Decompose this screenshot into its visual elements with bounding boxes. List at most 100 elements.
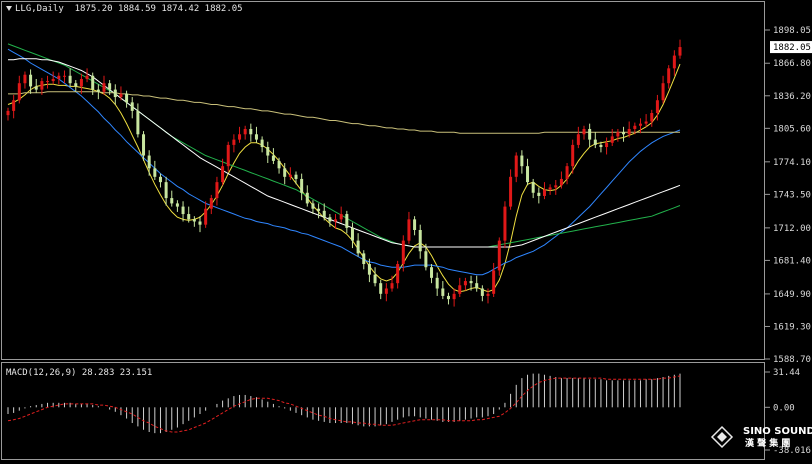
candle — [520, 150, 524, 174]
candle — [266, 141, 270, 163]
candle — [379, 279, 383, 300]
candle — [12, 94, 16, 119]
price-tick-label: 1649.90 — [773, 290, 811, 300]
candle — [226, 141, 230, 172]
ohlc-values: 1875.20 1884.59 1874.42 1882.05 — [74, 4, 243, 14]
candle — [238, 126, 242, 143]
candle — [215, 176, 219, 206]
candle — [243, 125, 247, 140]
candle — [661, 75, 665, 104]
candle — [232, 134, 236, 153]
candle — [6, 107, 10, 121]
candle — [605, 137, 609, 155]
candle — [384, 283, 388, 302]
price-tick-label: 1866.80 — [773, 59, 811, 69]
candle — [509, 169, 513, 210]
candle — [644, 114, 648, 127]
main-pane-border — [1, 1, 765, 360]
candle — [311, 200, 315, 215]
candle — [345, 210, 349, 234]
candle — [68, 68, 72, 87]
candle — [531, 178, 535, 199]
candle — [102, 75, 106, 95]
candle — [113, 84, 117, 105]
candle — [593, 132, 597, 149]
candle — [430, 264, 434, 284]
candle — [153, 160, 157, 181]
candle — [136, 103, 140, 138]
candle — [305, 185, 309, 207]
candle — [441, 281, 445, 300]
candle — [548, 184, 552, 195]
price-tick-label: 1898.05 — [773, 26, 811, 36]
candle — [23, 71, 27, 89]
macd-tick-label: 0.00 — [773, 403, 795, 413]
candle — [407, 211, 411, 244]
candle — [373, 267, 377, 287]
candle — [74, 80, 78, 92]
candle — [79, 73, 83, 94]
candle — [492, 262, 496, 297]
candle — [317, 203, 321, 219]
candle — [130, 97, 134, 119]
price-chart: 1898.05 1866.80 1836.20 1805.60 1774.10 1743.… — [1, 1, 812, 460]
last-price-label: 1882.05 — [773, 43, 811, 53]
candle — [537, 187, 541, 204]
candle — [582, 125, 586, 140]
moving-average-line-1 — [7, 63, 681, 293]
candle — [339, 206, 343, 223]
macd-signal-line — [7, 375, 681, 433]
candle — [475, 275, 479, 292]
candle — [51, 71, 55, 85]
price-tick-label: 1836.20 — [773, 92, 811, 102]
candle — [565, 162, 569, 185]
candle — [175, 200, 179, 212]
candle — [158, 173, 162, 188]
candle — [57, 72, 61, 85]
candle — [667, 65, 671, 89]
candle — [147, 150, 151, 176]
candle — [542, 182, 546, 200]
price-tick-label: 1588.70 — [773, 355, 811, 365]
candle — [401, 235, 405, 272]
candle — [17, 75, 21, 104]
candle — [164, 176, 168, 206]
price-tick-label: 1743.50 — [773, 190, 811, 200]
candle — [650, 109, 654, 127]
candle — [514, 152, 518, 183]
macd-label: MACD(12,26,9) 28.283 23.151 — [6, 368, 153, 378]
candle — [192, 216, 196, 227]
price-tick-label: 1681.40 — [773, 256, 811, 266]
candle — [576, 126, 580, 149]
candle — [622, 126, 626, 142]
candle — [204, 201, 208, 228]
price-tick-label: 1712.00 — [773, 224, 811, 234]
candle — [588, 123, 592, 148]
watermark-line1: SINO SOUND — [743, 426, 812, 437]
macd-tick-label: 31.44 — [773, 368, 800, 378]
candle — [480, 285, 484, 302]
candle — [125, 90, 129, 108]
candle — [198, 216, 202, 233]
candle — [85, 68, 89, 83]
candle — [413, 216, 417, 236]
candle — [170, 190, 174, 207]
candle — [362, 250, 366, 270]
candle — [616, 128, 620, 142]
price-tick-label: 1805.60 — [773, 124, 811, 134]
moving-average-line-2 — [7, 48, 681, 276]
candle — [356, 233, 360, 257]
candle — [610, 128, 614, 146]
down-arrow-icon — [6, 6, 12, 11]
candle — [209, 194, 213, 215]
symbol-timeframe: LLG,Daily — [15, 4, 64, 14]
candle — [350, 222, 354, 249]
candle — [497, 237, 501, 276]
candle — [526, 158, 530, 186]
candle — [260, 136, 264, 153]
candle — [435, 272, 439, 296]
watermark-line2: 漢 聲 集 團 — [745, 437, 790, 449]
candle — [254, 126, 258, 143]
candle — [452, 288, 456, 307]
candle — [672, 50, 676, 76]
